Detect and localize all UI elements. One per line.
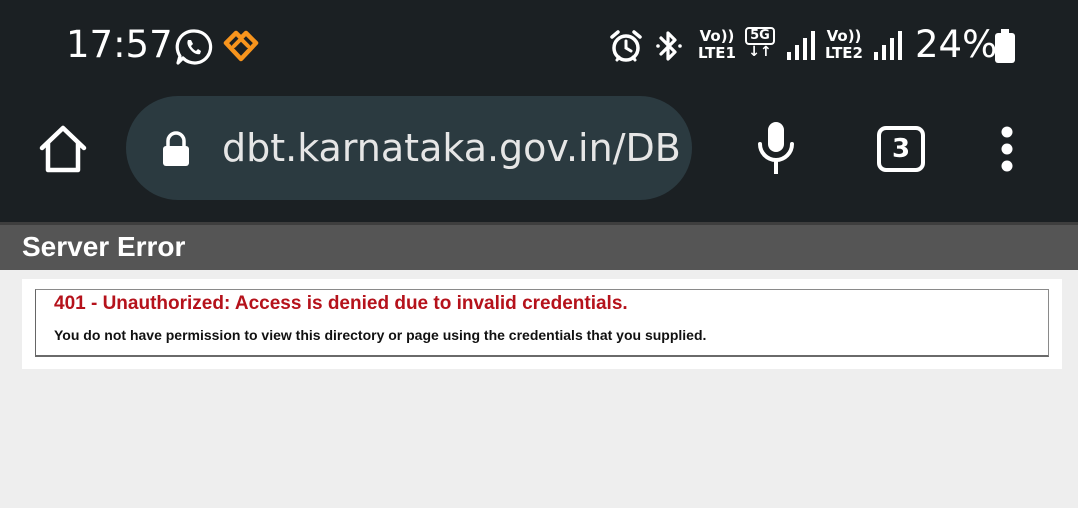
heart-app-icon [223, 30, 259, 62]
data-activity-arrows: ↓↑ [748, 44, 772, 60]
home-icon[interactable] [36, 122, 90, 176]
error-title: 401 - Unauthorized: Access is denied due… [54, 293, 628, 314]
browser-chrome: 17:57 Vo)) LTE1 5G ↓↑ Vo)) LTE2 24% dbt.… [0, 0, 1078, 222]
alarm-icon [610, 30, 642, 62]
bluetooth-icon [656, 31, 682, 61]
battery-icon [995, 29, 1015, 63]
battery-percent: 24% [915, 23, 998, 66]
lte1-label: LTE1 [698, 44, 736, 62]
signal-icon [787, 31, 815, 60]
volte2-label: Vo)) [826, 27, 862, 45]
url-text[interactable]: dbt.karnataka.gov.in/DB [222, 96, 681, 200]
whatsapp-icon [175, 29, 213, 65]
mic-icon[interactable] [752, 120, 800, 176]
status-time: 17:57 [66, 23, 173, 66]
error-box: 401 - Unauthorized: Access is denied due… [35, 289, 1049, 357]
menu-icon[interactable] [996, 126, 1018, 172]
lock-icon[interactable] [160, 130, 192, 168]
page-header: Server Error [0, 222, 1078, 270]
lte2-label: LTE2 [825, 44, 863, 62]
url-bar[interactable]: dbt.karnataka.gov.in/DB [126, 96, 692, 200]
signal-icon [874, 31, 902, 60]
volte1-label: Vo)) [699, 27, 735, 45]
content-panel: 401 - Unauthorized: Access is denied due… [22, 279, 1062, 369]
error-description: You do not have permission to view this … [54, 327, 707, 343]
page-title: Server Error [22, 231, 186, 262]
tab-switcher-button[interactable]: 3 [877, 126, 925, 172]
